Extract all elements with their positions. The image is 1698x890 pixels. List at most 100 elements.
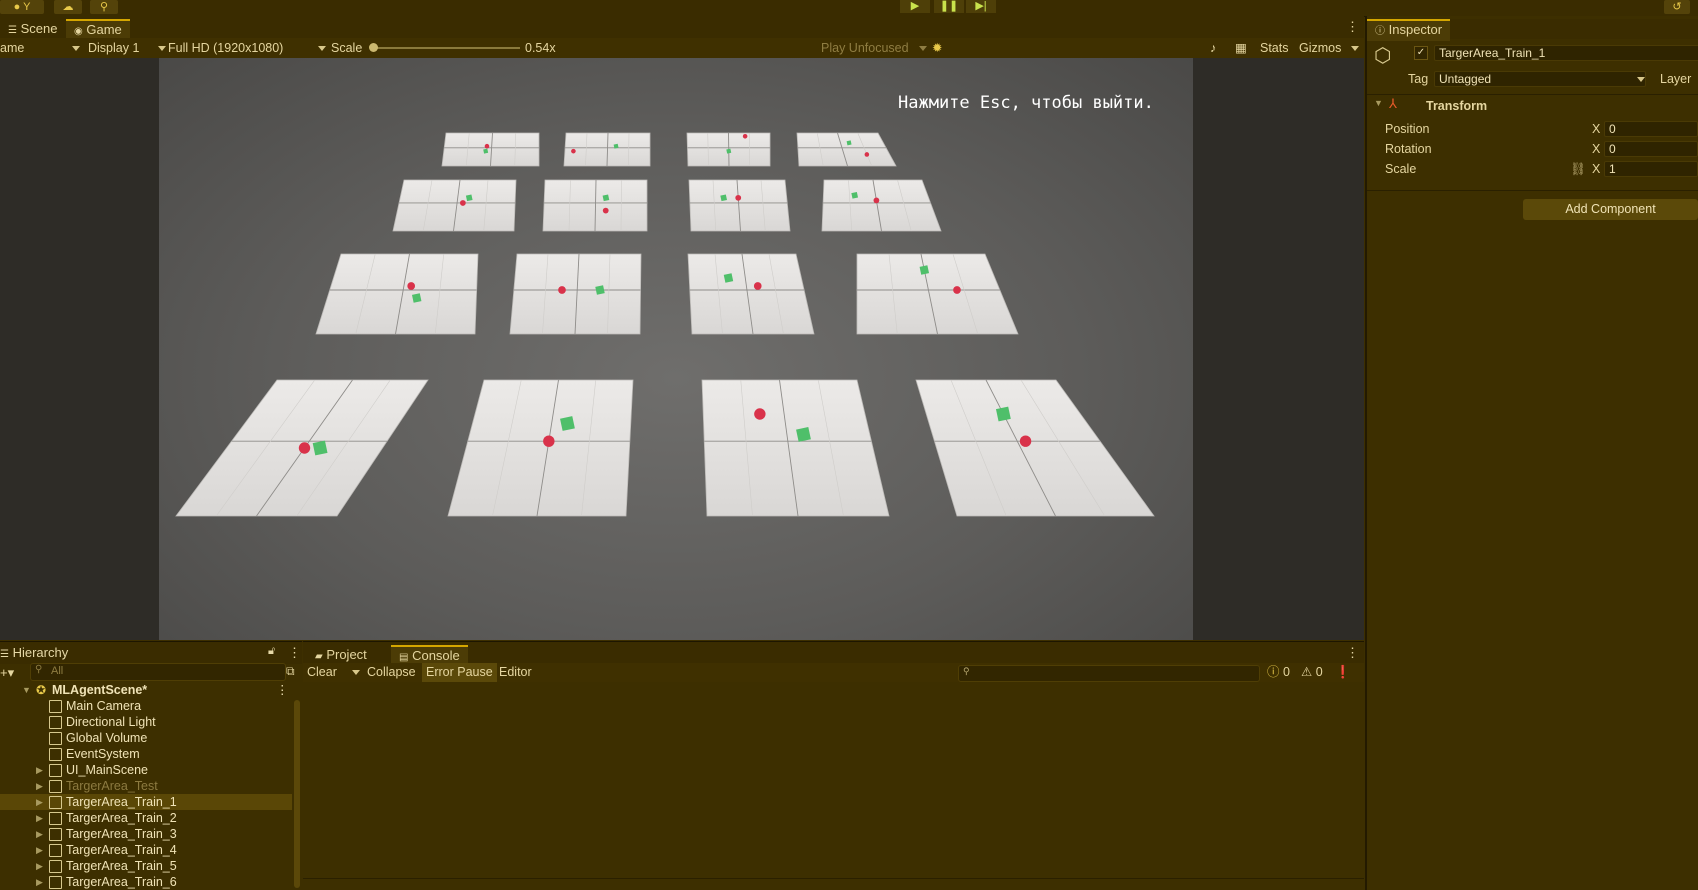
expand-arrow-icon[interactable]: ▶ [36,762,43,778]
agent-cube [723,273,734,283]
game-viewport[interactable] [159,58,1193,640]
hierarchy-header: ☰ Hierarchy 🔓︎ ⋮ [0,641,302,664]
tab-scene-label: Scene [20,21,58,36]
info-filter-button[interactable]: ⓘ 0 [1263,663,1294,682]
hierarchy-item[interactable]: ▶ TargerArea_Train_4 [0,842,292,858]
hierarchy-menu-icon[interactable]: ⋮ [288,645,301,661]
training-area-tile [441,132,540,167]
gameobject-icon [49,860,62,873]
transform-value-field[interactable]: 0 [1604,121,1698,137]
tab-inspector[interactable]: ⓘ Inspector [1367,19,1451,41]
audio-mute-icon[interactable]: ♪ [1210,38,1216,58]
expand-arrow-icon[interactable]: ▶ [36,794,43,810]
scale-slider-track[interactable] [372,47,520,49]
error-pause-button[interactable]: Error Pause [422,663,497,682]
view-dropdown[interactable]: ame [0,38,80,58]
gizmos-button[interactable]: Gizmos [1299,38,1341,58]
hierarchy-tab[interactable]: ☰ Hierarchy [0,645,68,660]
info-icon: ⓘ [1375,26,1385,37]
tab-project[interactable]: ▰ Project [307,645,375,665]
object-name-field[interactable]: TargerArea_Train_1 [1434,45,1698,61]
transform-value-field[interactable]: 0 [1604,141,1698,157]
lock-icon[interactable]: 🔓︎ [268,645,275,658]
scale-slider-handle[interactable] [369,43,378,52]
step-button[interactable]: ▶| [966,0,996,13]
add-component-button[interactable]: Add Component [1523,199,1698,220]
tab-scene[interactable]: ☰ Scene [0,19,65,39]
hierarchy-list: ▼ ✪ MLAgentScene* ⋮ Main Camera Direction… [0,682,302,890]
active-checkbox[interactable]: ✓ [1414,46,1428,60]
chevron-down-icon [158,46,166,51]
gameobject-icon [49,748,62,761]
hierarchy-item[interactable]: ▶ TargerArea_Train_6 [0,874,292,890]
console-menu-icon[interactable]: ⋮ [1346,645,1359,661]
hierarchy-item[interactable]: ▶ TargerArea_Train_1 [0,794,292,810]
console-search-input[interactable]: ⚲ [958,665,1260,682]
hierarchy-item-label: Directional Light [66,715,156,729]
console-icon: ▤ [399,652,409,663]
gameobject-icon [49,764,62,777]
transform-value-field[interactable]: 1 [1604,161,1698,177]
expand-arrow-icon[interactable]: ▶ [36,826,43,842]
scene-name: MLAgentScene* [52,683,148,697]
hierarchy-item[interactable]: EventSystem [0,746,292,762]
resolution-dropdown[interactable]: Full HD (1920x1080) [168,38,326,58]
clear-options-chevron-icon[interactable] [352,670,360,675]
expand-arrow-icon[interactable]: ▼ [22,682,31,698]
scene-root-row[interactable]: ▼ ✪ MLAgentScene* ⋮ [0,682,292,698]
console-log-area[interactable] [303,682,1364,890]
collapse-button[interactable]: Collapse [363,663,420,682]
play-mode-dropdown[interactable]: Play Unfocused [821,38,927,58]
hierarchy-item[interactable]: ▶ UI_MainScene [0,762,292,778]
hierarchy-item[interactable]: ▶ TargerArea_Test [0,778,292,794]
expand-arrow-icon[interactable]: ▶ [36,858,43,874]
hierarchy-item[interactable]: Directional Light [0,714,292,730]
pause-button[interactable]: ❚❚ [934,0,964,13]
bug-icon[interactable]: ✹ [932,38,942,58]
create-plus-icon[interactable]: +▾ [0,665,14,681]
scene-menu-icon[interactable]: ⋮ [276,682,289,698]
hierarchy-item[interactable]: ▶ TargerArea_Train_5 [0,858,292,874]
main-toolbar: ● Y ☁ ⚲ ▶ ❚❚ ▶| ↺ [0,0,1698,17]
grid-icon[interactable]: ▦ [1235,38,1247,58]
collab-button[interactable]: ⚲ [90,0,118,14]
stats-button[interactable]: Stats [1260,38,1289,58]
clear-button[interactable]: Clear [303,663,341,682]
hierarchy-item-label: TargerArea_Test [66,779,158,793]
hierarchy-item[interactable]: Global Volume [0,730,292,746]
history-button[interactable]: ↺ [1664,0,1690,14]
constrain-proportions-icon[interactable]: ⛓ [1570,162,1586,177]
target-sphere [742,134,748,139]
panel-menu-icon[interactable]: ⋮ [1346,19,1359,35]
agent-cube [796,426,811,442]
hierarchy-item-label: TargerArea_Train_1 [66,795,177,809]
editor-dropdown[interactable]: Editor [495,663,547,695]
clear-label: Clear [307,665,337,679]
search-icon: ⚲ [963,666,970,676]
hierarchy-search-input[interactable]: ⚲ All [30,663,286,681]
account-dropdown[interactable]: ● Y [0,0,44,14]
warning-count: 0 [1315,665,1323,679]
hierarchy-item[interactable]: ▶ TargerArea_Train_2 [0,810,292,826]
hierarchy-item[interactable]: ▶ TargerArea_Train_3 [0,826,292,842]
error-filter-button[interactable]: ❗ 0 [1331,663,1364,698]
expand-arrow-icon[interactable]: ▶ [36,810,43,826]
warning-filter-button[interactable]: ⚠ 0 [1297,663,1327,682]
hierarchy-title: Hierarchy [12,645,69,660]
gizmos-chevron-down-icon[interactable] [1351,46,1359,51]
expand-arrow-icon[interactable]: ▶ [36,778,43,794]
tab-game-label: Game [86,22,122,37]
scene-visibility-icon[interactable]: ⧉ [286,664,295,679]
collapse-arrow-icon[interactable]: ▼ [1374,98,1383,108]
target-sphere [407,282,416,290]
expand-arrow-icon[interactable]: ▶ [36,874,43,890]
cloud-button[interactable]: ☁ [54,0,82,14]
scene-render [175,132,1155,517]
tag-dropdown[interactable]: Untagged [1434,71,1646,87]
play-button[interactable]: ▶ [900,0,930,13]
expand-arrow-icon[interactable]: ▶ [36,842,43,858]
hierarchy-scrollbar[interactable] [294,700,300,888]
display-dropdown[interactable]: Display 1 [88,38,166,58]
hierarchy-item[interactable]: Main Camera [0,698,292,714]
floor-plane [915,379,1155,517]
